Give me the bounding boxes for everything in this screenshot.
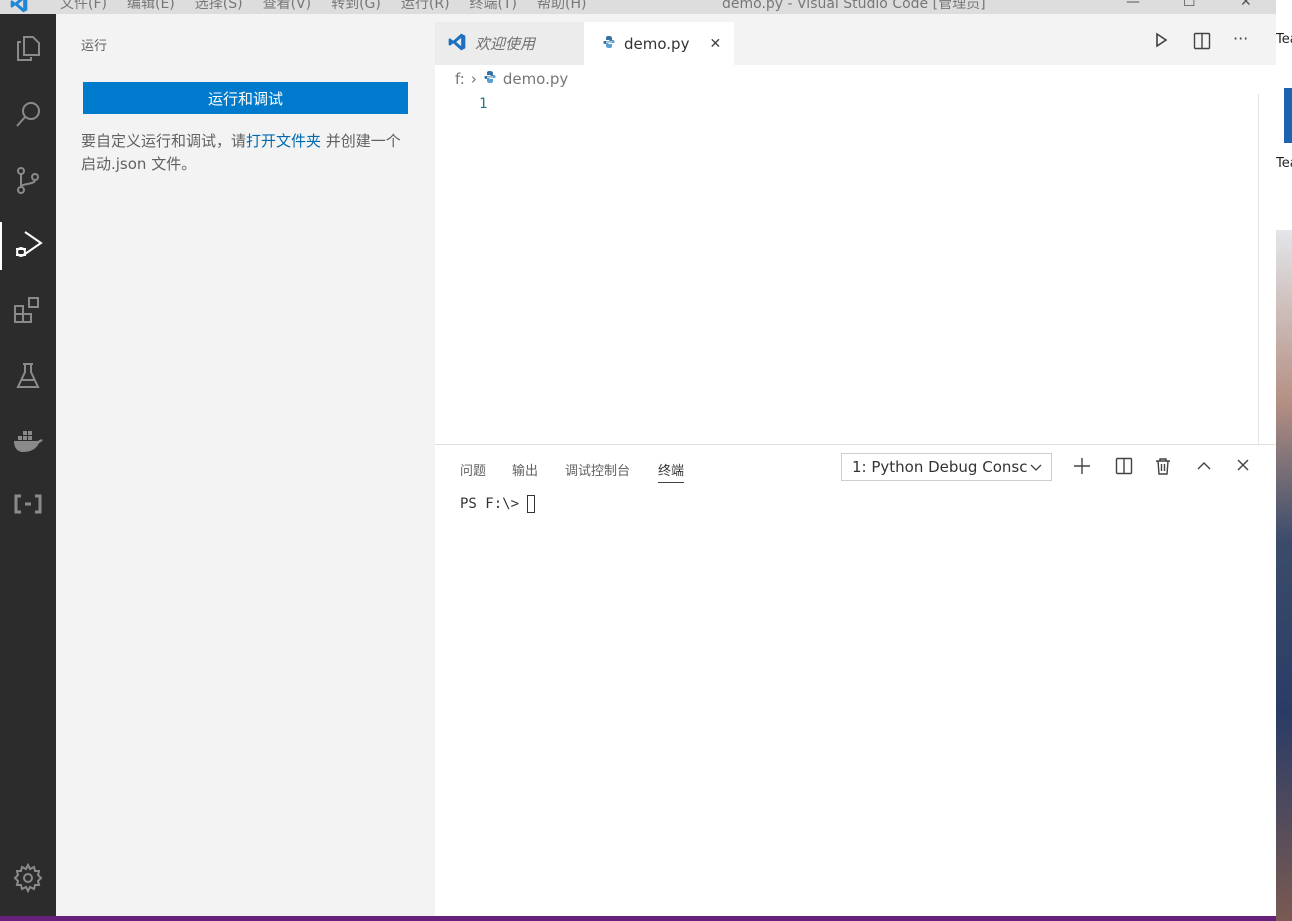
tab-terminal[interactable]: 终端 <box>658 460 685 483</box>
plus-icon[interactable] <box>1073 457 1091 479</box>
breadcrumb-file[interactable]: demo.py <box>503 70 568 88</box>
run-icon[interactable] <box>1153 32 1193 54</box>
files-icon <box>13 33 43 67</box>
tab-welcome[interactable]: 欢迎使用 <box>435 22 584 65</box>
remote-icon <box>12 491 44 521</box>
source-control-icon <box>13 165 43 199</box>
close-icon[interactable] <box>1235 457 1251 477</box>
run-debug-icon <box>13 228 45 264</box>
remote-explorer-button[interactable] <box>0 482 56 530</box>
menu-terminal[interactable]: 终端(T) <box>460 0 527 13</box>
desktop-app-icon[interactable] <box>1284 88 1292 143</box>
extensions-button[interactable] <box>0 288 56 336</box>
menu-view[interactable]: 查看(V) <box>253 0 322 13</box>
editor-tabs: 欢迎使用 demo.py ✕ ··· <box>435 14 1276 65</box>
split-terminal-icon[interactable] <box>1115 457 1133 479</box>
title-bar: 文件(F) 编辑(E) 选择(S) 查看(V) 转到(G) 运行(R) 终端(T… <box>0 0 1276 14</box>
vscode-logo-icon <box>8 0 30 14</box>
menu-file[interactable]: 文件(F) <box>50 0 117 13</box>
menu-bar: 文件(F) 编辑(E) 选择(S) 查看(V) 转到(G) 运行(R) 终端(T… <box>50 0 596 13</box>
menu-selection[interactable]: 选择(S) <box>185 0 253 13</box>
desktop-icon-label: Tea <box>1276 156 1292 171</box>
minimize-button[interactable]: — <box>1126 0 1140 10</box>
python-icon <box>602 35 616 53</box>
run-sidebar: 运行 运行和调试 要自定义运行和调试，请打开文件夹 并创建一个启动.json 文… <box>56 14 435 916</box>
tab-output[interactable]: 输出 <box>512 460 538 479</box>
breadcrumb-drive[interactable]: f: <box>455 70 465 88</box>
close-tab-icon[interactable]: ✕ <box>709 36 721 52</box>
python-icon <box>483 70 497 88</box>
activity-bar <box>0 14 56 916</box>
window-title: demo.py - Visual Studio Code [管理员] <box>722 0 986 12</box>
tab-debug-console[interactable]: 调试控制台 <box>565 460 630 479</box>
breadcrumb-separator: › <box>470 70 477 88</box>
vscode-icon <box>447 32 467 56</box>
editor-scrollbar[interactable] <box>1258 94 1259 444</box>
search-icon <box>13 99 43 133</box>
extensions-icon <box>12 294 44 330</box>
menu-edit[interactable]: 编辑(E) <box>117 0 185 13</box>
terminal-select[interactable]: 1: Python Debug Consc <box>841 453 1052 481</box>
editor-area: 欢迎使用 demo.py ✕ ··· f: › demo.py 1 <box>435 14 1276 444</box>
source-control-button[interactable] <box>0 158 56 206</box>
desktop-background: Tea Tea <box>1276 0 1292 921</box>
docker-button[interactable] <box>0 418 56 466</box>
breadcrumb: f: › demo.py <box>455 70 568 88</box>
trash-icon[interactable] <box>1155 457 1171 479</box>
desc-text-before: 要自定义运行和调试，请 <box>81 132 247 150</box>
run-and-debug-button[interactable]: 运行和调试 <box>83 82 408 114</box>
editor-actions: ··· <box>1153 31 1263 54</box>
tab-demo-py[interactable]: demo.py ✕ <box>584 22 734 65</box>
tab-demo-label: demo.py <box>624 34 690 53</box>
testing-button[interactable] <box>0 354 56 402</box>
terminal-prompt: PS F:\> <box>460 496 520 512</box>
menu-go[interactable]: 转到(G) <box>321 0 391 13</box>
close-window-button[interactable]: ✕ <box>1240 0 1252 10</box>
terminal-output[interactable]: PS F:\> <box>460 495 536 513</box>
desktop-icon-label: Tea <box>1276 32 1292 47</box>
open-folder-link[interactable]: 打开文件夹 <box>246 132 321 150</box>
tab-problems[interactable]: 问题 <box>460 460 486 479</box>
run-debug-button[interactable] <box>0 222 56 270</box>
docker-icon <box>12 426 44 458</box>
settings-gear-icon <box>13 862 43 897</box>
settings-button[interactable] <box>0 856 56 904</box>
more-actions-icon[interactable]: ··· <box>1233 31 1263 54</box>
explorer-button[interactable] <box>0 26 56 74</box>
split-editor-icon[interactable] <box>1193 32 1233 54</box>
testing-icon <box>13 361 43 395</box>
menu-help[interactable]: 帮助(H) <box>527 0 596 13</box>
maximize-button[interactable]: ☐ <box>1183 0 1196 10</box>
tab-welcome-label: 欢迎使用 <box>475 35 536 53</box>
desktop-wallpaper <box>1276 230 1292 921</box>
bottom-panel: 问题 输出 调试控制台 终端 1: Python Debug Consc PS … <box>435 444 1276 917</box>
sidebar-title: 运行 <box>81 39 108 54</box>
line-number: 1 <box>479 96 488 112</box>
status-strip <box>0 916 1276 921</box>
menu-run[interactable]: 运行(R) <box>391 0 460 13</box>
sidebar-description: 要自定义运行和调试，请打开文件夹 并创建一个启动.json 文件。 <box>81 130 411 176</box>
chevron-up-icon[interactable] <box>1195 457 1213 479</box>
terminal-cursor <box>527 495 536 513</box>
chevron-down-icon <box>1030 459 1042 477</box>
search-button[interactable] <box>0 92 56 140</box>
terminal-select-value: 1: Python Debug Consc <box>852 458 1028 476</box>
